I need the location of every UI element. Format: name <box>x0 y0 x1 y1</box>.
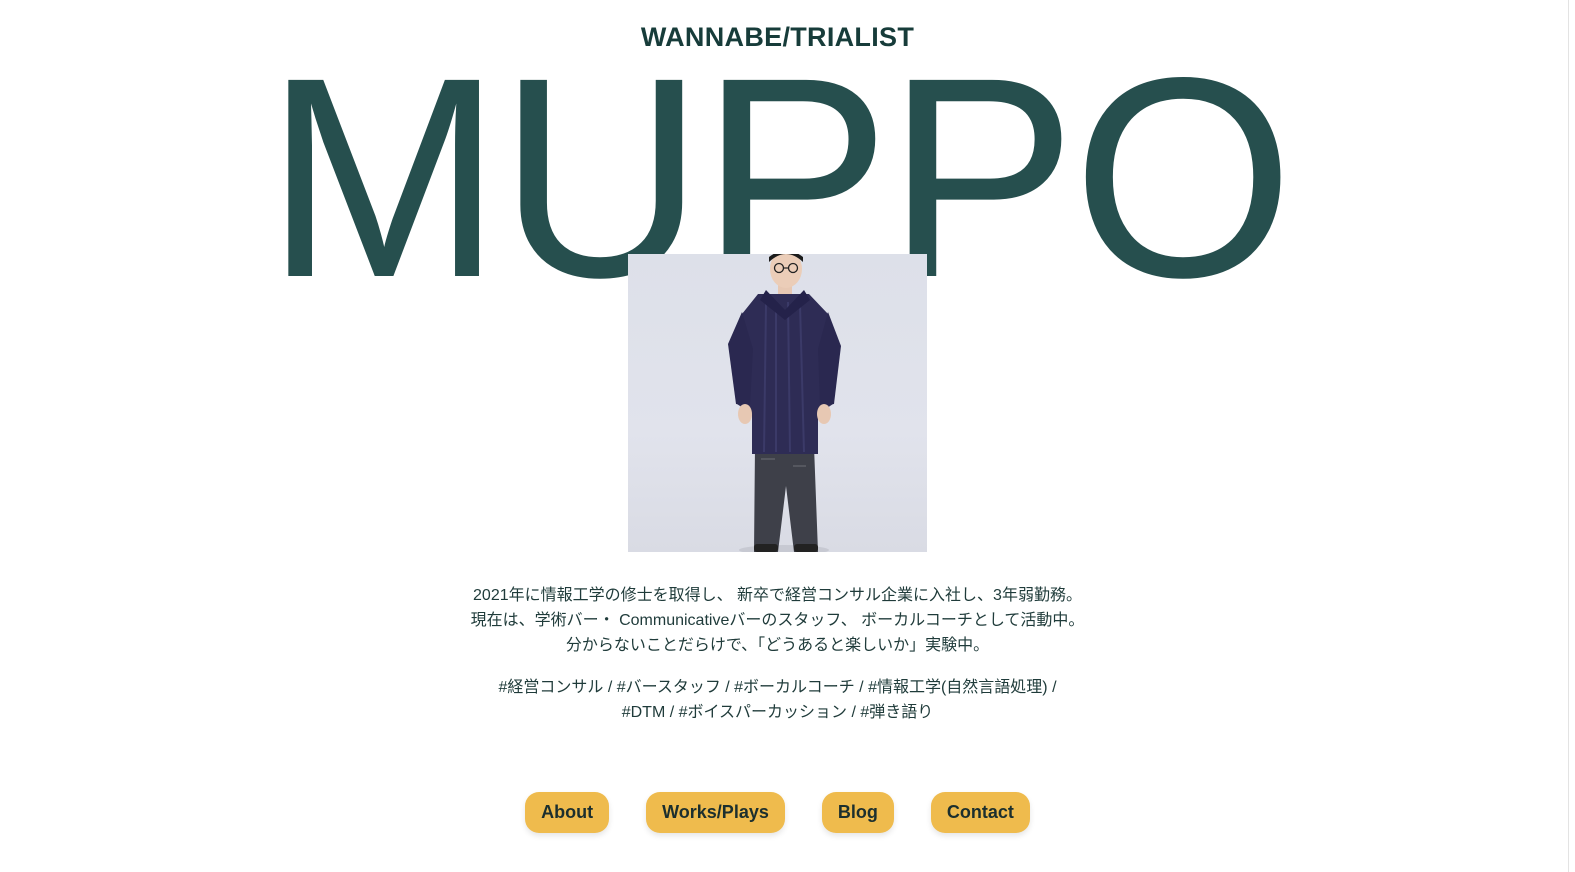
profile-photo <box>628 254 927 552</box>
scrollbar-edge <box>1568 0 1569 872</box>
nav-blog-button[interactable]: Blog <box>821 792 894 833</box>
main-nav: About Works/Plays Blog Contact <box>0 792 1555 833</box>
nav-contact-button[interactable]: Contact <box>930 792 1030 833</box>
nav-about-button[interactable]: About <box>525 792 610 833</box>
tag-list: #経営コンサル / #バースタッフ / #ボーカルコーチ / #情報工学(自然言… <box>0 675 1555 725</box>
bio-line: 2021年に情報工学の修士を取得し、 新卒で経営コンサル企業に入社し、3年弱勤務… <box>473 587 1082 604</box>
tag-line: #経営コンサル / #バースタッフ / #ボーカルコーチ / #情報工学(自然言… <box>498 679 1057 696</box>
bio-text: 2021年に情報工学の修士を取得し、 新卒で経営コンサル企業に入社し、3年弱勤務… <box>0 583 1555 658</box>
tag-line: #DTM / #ボイスパーカッション / #弾き語り <box>621 704 934 721</box>
bio-line: 分からないことだらけで、「どうあると楽しいか」実験中。 <box>565 637 990 654</box>
nav-works-button[interactable]: Works/Plays <box>646 792 785 833</box>
page: WANNABE/TRIALIST MUPPO 2021年に情報工学の修士を取得し… <box>0 0 1575 872</box>
person-figure <box>728 254 841 552</box>
bio-line: 現在は、学術バー・ Communicativeバーのスタッフ、 ボーカルコーチと… <box>470 612 1085 629</box>
